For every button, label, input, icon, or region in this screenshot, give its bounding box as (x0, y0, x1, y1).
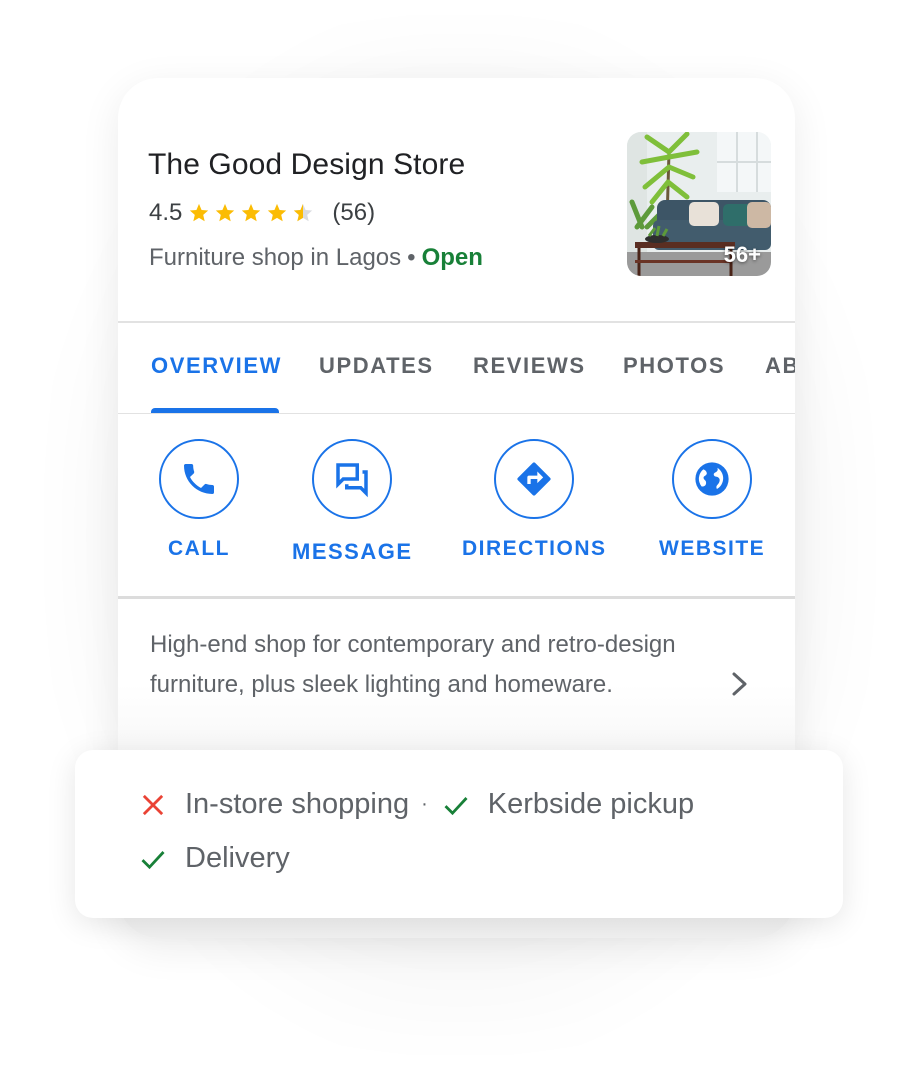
description-text: High-end shop for contemporary and retro… (150, 631, 676, 698)
tab-photos[interactable]: PHOTOS (623, 353, 725, 379)
directions-button-circle (494, 439, 575, 519)
website-button-circle (672, 439, 753, 519)
message-label: MESSAGE (292, 539, 413, 564)
place-subtitle: Furniture shop in Lagos • Open (149, 244, 483, 272)
close-x-icon (142, 794, 164, 815)
place-photo-thumbnail[interactable]: 56+ (627, 132, 771, 276)
checkmark-icon (141, 850, 165, 869)
service-options-card: In-store shopping · Kerbside pickup Deli… (75, 750, 843, 918)
rating-value: 4.5 (149, 199, 183, 226)
star-icon (268, 203, 287, 222)
service-options-row: In-store shopping · Kerbside pickup (139, 788, 694, 821)
star-half-icon (294, 203, 313, 222)
star-icon (242, 203, 261, 222)
directions-button[interactable]: DIRECTIONS (462, 439, 607, 561)
website-button[interactable]: WEBSITE (659, 439, 765, 561)
separator-dot: • (407, 244, 416, 271)
globe-icon (695, 462, 729, 496)
call-button[interactable]: CALL (159, 439, 239, 561)
rating-row[interactable]: 4.5 (56) (149, 198, 375, 228)
message-icon (336, 463, 369, 498)
review-count[interactable]: (56) (332, 199, 375, 227)
star-icon (190, 203, 209, 222)
place-header: The Good Design Store 4.5 (56) Furniture… (118, 78, 795, 321)
message-button[interactable]: MESSAGE (292, 439, 413, 565)
action-buttons: CALL MESSAGE DIRECTIONS WEBSITE (118, 414, 795, 596)
place-title: The Good Design Store (148, 148, 466, 181)
website-label: WEBSITE (659, 537, 766, 560)
service-options-row: Delivery (139, 842, 290, 875)
star-rating (188, 202, 318, 224)
photo-count: 56+ (723, 242, 761, 267)
call-label: CALL (168, 537, 230, 560)
place-category: Furniture shop in Lagos (149, 244, 402, 271)
star-icon (216, 203, 235, 222)
feature-kerbside-pickup: Kerbside pickup (487, 788, 695, 820)
tab-about[interactable]: AB (765, 353, 795, 379)
chevron-right-icon[interactable] (728, 669, 752, 699)
tab-reviews[interactable]: REVIEWS (473, 353, 586, 379)
tab-bar: OVERVIEW UPDATES REVIEWS PHOTOS AB (118, 323, 795, 413)
feature-in-store-shopping: In-store shopping (185, 788, 410, 820)
directions-icon (517, 462, 551, 496)
tab-overview[interactable]: OVERVIEW (151, 353, 282, 379)
tab-updates[interactable]: UPDATES (319, 353, 434, 379)
open-status: Open (421, 244, 483, 271)
feature-delivery: Delivery (185, 842, 290, 874)
feature-separator: · (421, 793, 428, 815)
checkmark-icon (444, 796, 468, 815)
directions-label: DIRECTIONS (462, 537, 607, 560)
message-button-circle (312, 439, 393, 519)
call-button-circle (159, 439, 239, 519)
phone-icon (184, 464, 214, 494)
